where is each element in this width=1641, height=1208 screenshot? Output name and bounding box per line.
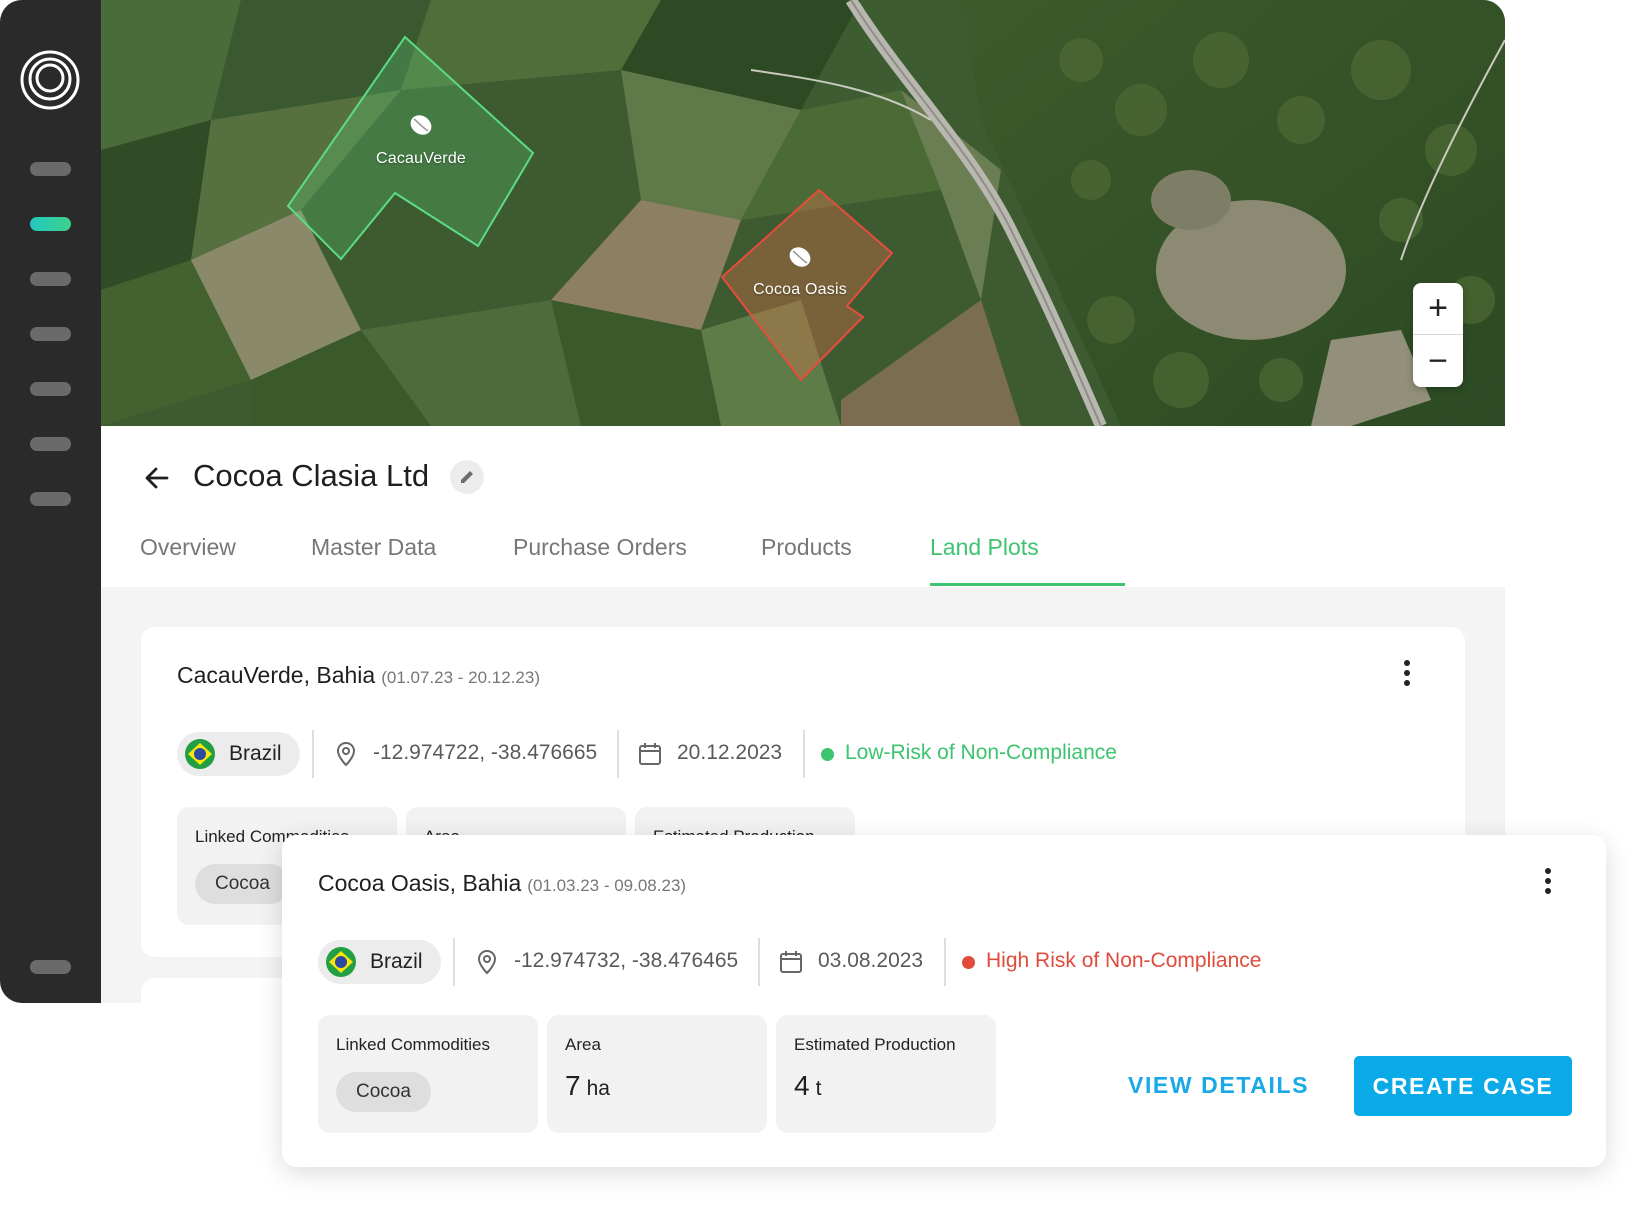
divider (312, 730, 314, 778)
risk-status-dot (821, 748, 834, 761)
divider (803, 730, 805, 778)
tab-purchase-orders[interactable]: Purchase Orders (513, 534, 687, 561)
nav-item-5[interactable] (30, 382, 71, 396)
card-title: Cocoa Oasis, Bahia (01.03.23 - 09.08.23) (318, 870, 686, 897)
arrow-left-icon[interactable] (141, 462, 173, 494)
satellite-map[interactable]: CacauVerde Cocoa Oasis + − (101, 0, 1505, 426)
nav-item-6[interactable] (30, 437, 71, 451)
divider (944, 938, 946, 986)
map-canvas (101, 0, 1505, 426)
country-chip: Brazil (318, 940, 441, 984)
tab-overview[interactable]: Overview (140, 534, 236, 561)
nav-item-4[interactable] (30, 327, 71, 341)
tab-land-plots[interactable]: Land Plots (930, 534, 1039, 561)
linked-commodities-box: Linked Commodities Cocoa (318, 1015, 538, 1133)
card-title: CacauVerde, Bahia (01.07.23 - 20.12.23) (177, 662, 540, 689)
create-case-button[interactable]: CREATE CASE (1354, 1056, 1572, 1116)
commodity-chip: Cocoa (336, 1072, 431, 1112)
info-label: Linked Commodities (336, 1035, 490, 1055)
plot-meta-row: Brazil -12.974732, -38.476465 03.08.2023… (318, 940, 1518, 984)
risk-status-dot (962, 956, 975, 969)
tab-bar: Overview Master Data Purchase Orders Pro… (101, 526, 1505, 587)
info-label: Area (565, 1035, 601, 1055)
plot-name: Cocoa Oasis, Bahia (318, 870, 521, 896)
area-box: Area 7 ha (547, 1015, 767, 1133)
location-pin-icon (333, 741, 359, 767)
nav-item-bottom[interactable] (30, 960, 71, 974)
zoom-control: + − (1413, 283, 1463, 387)
info-label: Estimated Production (794, 1035, 956, 1055)
commodity-chip: Cocoa (195, 864, 290, 904)
map-plot-label-cocoa-oasis[interactable]: Cocoa Oasis (753, 281, 847, 299)
page-title: Cocoa Clasia Ltd (193, 458, 429, 494)
risk-status: High Risk of Non-Compliance (986, 949, 1261, 973)
divider (453, 938, 455, 986)
plot-coordinates: -12.974722, -38.476665 (373, 741, 597, 765)
plot-date: 20.12.2023 (677, 741, 782, 765)
nav-item-3[interactable] (30, 272, 71, 286)
tab-master-data[interactable]: Master Data (311, 534, 436, 561)
map-plot-label-cacauverde[interactable]: CacauVerde (376, 150, 466, 168)
more-options-icon[interactable] (1397, 660, 1417, 690)
view-details-button[interactable]: VIEW DETAILS (1128, 1072, 1309, 1099)
brazil-flag-icon (326, 947, 356, 977)
nav-item-1[interactable] (30, 162, 71, 176)
plot-dates: (01.03.23 - 09.08.23) (527, 876, 686, 895)
cocoa-bean-icon[interactable] (408, 112, 434, 138)
tab-products[interactable]: Products (761, 534, 852, 561)
production-number: 4 (794, 1070, 810, 1101)
calendar-icon (637, 741, 663, 767)
brazil-flag-icon (185, 739, 215, 769)
location-pin-icon (474, 949, 500, 975)
more-options-icon[interactable] (1538, 868, 1558, 898)
country-chip: Brazil (177, 732, 300, 776)
pencil-icon (458, 468, 476, 486)
logo-icon[interactable] (19, 49, 81, 111)
plot-name: CacauVerde, Bahia (177, 662, 375, 688)
country-name: Brazil (370, 950, 423, 973)
estimated-production-box: Estimated Production 4t (776, 1015, 996, 1133)
cocoa-bean-icon[interactable] (787, 244, 813, 270)
edit-button[interactable] (450, 460, 484, 494)
app-screen: CacauVerde Cocoa Oasis + − Cocoa Clasia … (0, 0, 1641, 1208)
production-value: 4t (794, 1070, 821, 1102)
nav-item-7[interactable] (30, 492, 71, 506)
risk-status: Low-Risk of Non-Compliance (845, 741, 1117, 765)
production-unit: t (816, 1077, 822, 1100)
plot-meta-row: Brazil -12.974722, -38.476665 20.12.2023… (177, 732, 1377, 776)
divider (758, 938, 760, 986)
area-unit: ha (587, 1077, 610, 1100)
nav-item-2[interactable] (30, 217, 71, 231)
page-header: Cocoa Clasia Ltd Overview Master Data Pu… (101, 426, 1505, 587)
sidebar (0, 0, 101, 1003)
plot-coordinates: -12.974732, -38.476465 (514, 949, 738, 973)
zoom-in-button[interactable]: + (1413, 283, 1463, 335)
active-tab-indicator (930, 583, 1125, 586)
plot-dates: (01.07.23 - 20.12.23) (381, 668, 540, 687)
zoom-out-button[interactable]: − (1413, 335, 1463, 387)
divider (617, 730, 619, 778)
country-name: Brazil (229, 742, 282, 765)
plot-date: 03.08.2023 (818, 949, 923, 973)
calendar-icon (778, 949, 804, 975)
area-number: 7 (565, 1070, 581, 1101)
area-value: 7 ha (565, 1070, 610, 1102)
land-plot-card: Cocoa Oasis, Bahia(01.03.23 - 09.08.23) … (282, 835, 1606, 1167)
